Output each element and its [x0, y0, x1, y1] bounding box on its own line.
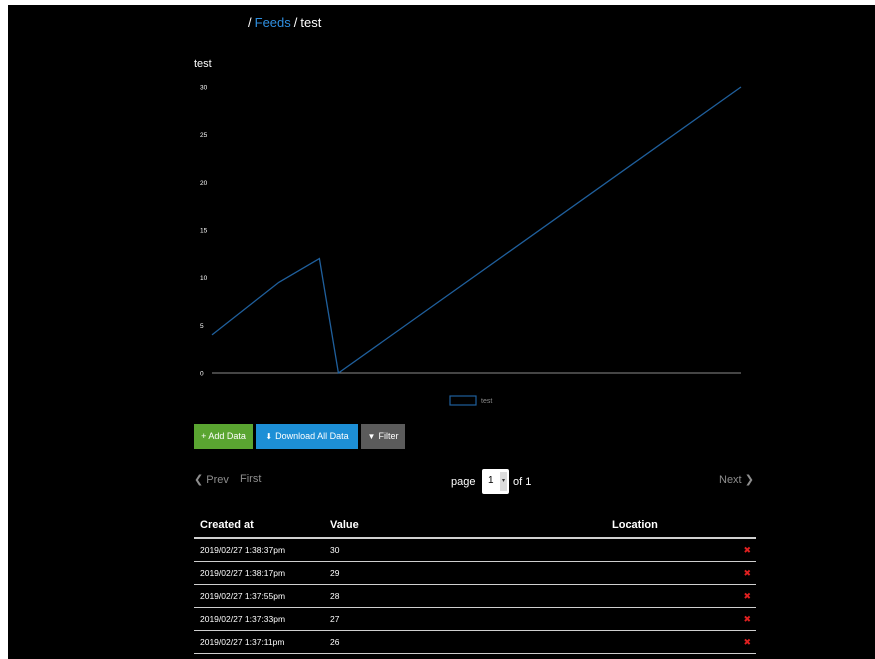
- add-data-button[interactable]: + Add Data: [194, 424, 253, 449]
- cell-created-at: 2019/02/27 1:37:33pm: [194, 607, 324, 631]
- y-tick-label: 20: [200, 180, 208, 187]
- delete-row-icon[interactable]: ✖: [730, 561, 756, 585]
- y-tick-label: 15: [200, 228, 208, 235]
- column-header-created-at: Created at: [194, 513, 324, 539]
- delete-row-icon[interactable]: ✖: [730, 584, 756, 608]
- data-table: Created at Value Location 2019/02/27 1:3…: [194, 513, 756, 654]
- delete-row-icon[interactable]: ✖: [730, 538, 756, 562]
- cell-value: 30: [324, 538, 606, 562]
- filter-icon: ▼: [367, 432, 376, 441]
- page-select[interactable]: 1 ▾: [482, 469, 509, 494]
- delete-row-icon[interactable]: ✖: [730, 607, 756, 631]
- page-label: page: [451, 476, 476, 488]
- cell-value: 26: [324, 630, 606, 654]
- page-select-value: 1: [488, 475, 494, 486]
- y-tick-label: 0: [200, 371, 204, 378]
- table-row: 2019/02/27 1:37:11pm 26 ✖: [194, 630, 756, 654]
- cell-value: 27: [324, 607, 606, 631]
- prev-label: Prev: [206, 474, 229, 486]
- cell-value: 28: [324, 584, 606, 608]
- cell-location: [606, 607, 730, 631]
- cell-created-at: 2019/02/27 1:38:37pm: [194, 538, 324, 562]
- y-tick-label: 10: [200, 275, 208, 282]
- delete-row-icon[interactable]: ✖: [730, 630, 756, 654]
- pager-next-link[interactable]: Next ❯: [719, 473, 754, 486]
- legend-label: test: [481, 398, 492, 405]
- cell-location: [606, 630, 730, 654]
- chevron-right-icon: ❯: [744, 474, 754, 486]
- pager-prev-link[interactable]: ❮ Prev: [194, 473, 229, 486]
- cell-location: [606, 561, 730, 585]
- y-tick-label: 30: [200, 85, 208, 92]
- add-data-label: + Add Data: [201, 431, 246, 441]
- page-frame: / Feeds / test test 0 5 10 15 20 25 30 test + Add…: [8, 5, 875, 659]
- line-chart: 0 5 10 15 20 25 30 test: [200, 85, 742, 406]
- column-header-actions: [730, 513, 756, 539]
- table-row: 2019/02/27 1:37:55pm 28 ✖: [194, 584, 756, 608]
- cell-created-at: 2019/02/27 1:38:17pm: [194, 561, 324, 585]
- download-all-label: Download All Data: [275, 431, 349, 441]
- filter-button[interactable]: ▼ Filter: [361, 424, 405, 449]
- cell-value: 29: [324, 561, 606, 585]
- y-tick-label: 25: [200, 132, 208, 139]
- page-count-label: of 1: [513, 476, 532, 488]
- table-row: 2019/02/27 1:38:37pm 30 ✖: [194, 538, 756, 562]
- cell-created-at: 2019/02/27 1:37:55pm: [194, 584, 324, 608]
- y-tick-label: 5: [200, 323, 204, 330]
- column-header-value: Value: [324, 513, 606, 539]
- pager-first-link[interactable]: First: [240, 473, 261, 485]
- download-icon: ⬇: [265, 432, 273, 441]
- y-axis-ticks: 0 5 10 15 20 25 30: [200, 85, 208, 378]
- column-header-location: Location: [606, 513, 730, 539]
- cell-location: [606, 584, 730, 608]
- chevron-left-icon: ❮: [194, 474, 204, 486]
- table-row: 2019/02/27 1:37:33pm 27 ✖: [194, 607, 756, 631]
- table-row: 2019/02/27 1:38:17pm 29 ✖: [194, 561, 756, 585]
- series-line-test: [211, 86, 742, 375]
- select-arrow-icon: ▾: [500, 472, 507, 491]
- download-all-data-button[interactable]: ⬇ Download All Data: [256, 424, 358, 449]
- cell-created-at: 2019/02/27 1:37:11pm: [194, 630, 324, 654]
- filter-label: Filter: [378, 431, 399, 441]
- cell-location: [606, 538, 730, 562]
- legend-swatch: [449, 395, 477, 406]
- next-label: Next: [719, 474, 742, 486]
- table-header-row: Created at Value Location: [194, 513, 756, 539]
